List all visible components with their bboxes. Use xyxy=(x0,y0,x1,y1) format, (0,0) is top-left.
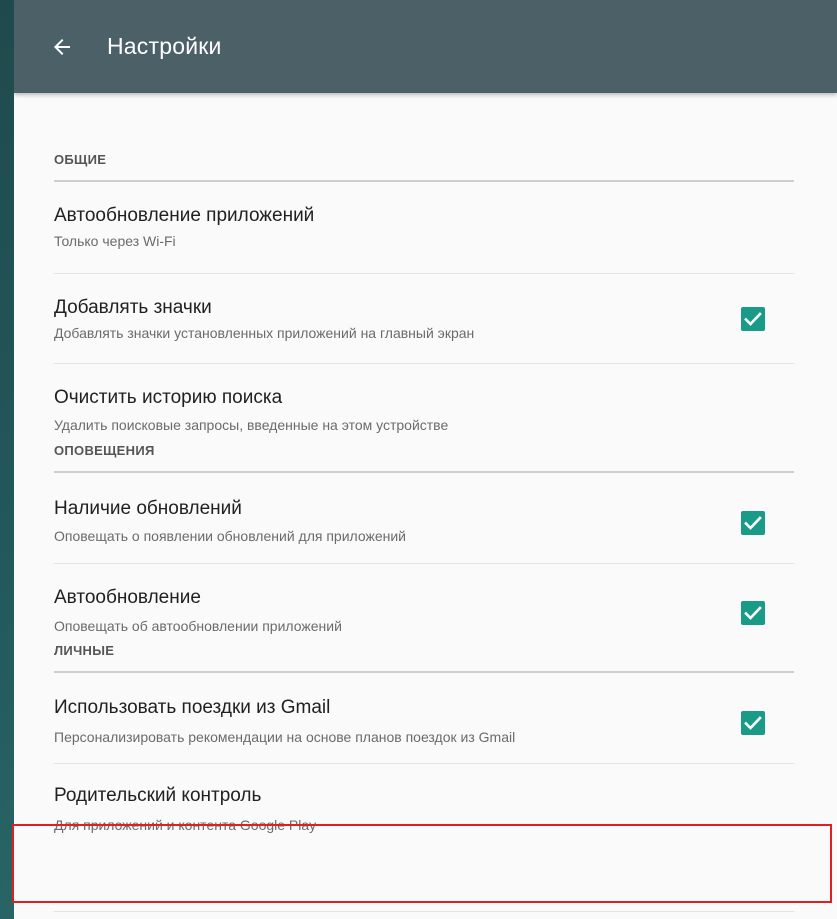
section-header-label: ОПОВЕЩЕНИЯ xyxy=(54,443,155,458)
pref-gmail-trips[interactable]: Использовать поездки из Gmail Персонализ… xyxy=(54,673,794,764)
pref-title: Наличие обновлений xyxy=(54,498,242,519)
pref-summary: Для приложений и контента Google Play xyxy=(54,817,317,833)
pref-summary: Только через Wi-Fi xyxy=(54,233,176,249)
checkmark-icon xyxy=(744,716,762,730)
pref-parental-control[interactable]: Родительский контроль Для приложений и к… xyxy=(54,764,794,844)
pref-add-icons[interactable]: Добавлять значки Добавлять значки устано… xyxy=(54,274,794,364)
section-header-notifications: ОПОВЕЩЕНИЯ xyxy=(54,443,794,473)
pref-summary: Оповещать об автообновлении приложений xyxy=(54,618,342,634)
pref-title: Очистить историю поиска xyxy=(54,387,283,408)
settings-list: ОБЩИЕ Автообновление приложений Только ч… xyxy=(54,93,794,844)
pref-summary: Персонализировать рекомендации на основе… xyxy=(54,729,516,745)
pref-clear-search-history[interactable]: Очистить историю поиска Удалить поисковы… xyxy=(54,364,794,443)
pref-summary: Оповещать о появлении обновлений для при… xyxy=(54,528,407,544)
pref-title: Автообновление xyxy=(54,587,201,608)
pref-title: Родительский контроль xyxy=(54,785,262,806)
pref-title: Использовать поездки из Gmail xyxy=(54,697,331,718)
pref-auto-update-apps[interactable]: Автообновление приложений Только через W… xyxy=(54,182,794,274)
section-header-label: ЛИЧНЫЕ xyxy=(54,643,115,658)
checkmark-icon xyxy=(744,606,762,620)
page-title: Настройки xyxy=(107,33,222,59)
updates-available-checkbox[interactable] xyxy=(741,511,765,535)
app-toolbar: Настройки xyxy=(14,0,837,93)
pref-title: Автообновление приложений xyxy=(54,205,315,226)
checkmark-icon xyxy=(744,312,762,326)
pref-summary: Добавлять значки установленных приложени… xyxy=(54,325,475,341)
pref-summary: Удалить поисковые запросы, введенные на … xyxy=(54,417,449,433)
pref-auto-update-notify[interactable]: Автообновление Оповещать об автообновлен… xyxy=(54,564,794,643)
auto-update-notify-checkbox[interactable] xyxy=(741,601,765,625)
checkmark-icon xyxy=(744,516,762,530)
section-header-general: ОБЩИЕ xyxy=(54,93,794,182)
gmail-trips-checkbox[interactable] xyxy=(741,711,765,735)
pref-updates-available[interactable]: Наличие обновлений Оповещать о появлении… xyxy=(54,473,794,564)
pref-title: Добавлять значки xyxy=(54,297,212,318)
section-header-label: ОБЩИЕ xyxy=(54,152,107,167)
arrow-back-icon[interactable] xyxy=(50,35,74,59)
section-header-personal: ЛИЧНЫЕ xyxy=(54,643,794,673)
list-divider xyxy=(54,911,794,912)
add-icons-checkbox[interactable] xyxy=(741,307,765,331)
